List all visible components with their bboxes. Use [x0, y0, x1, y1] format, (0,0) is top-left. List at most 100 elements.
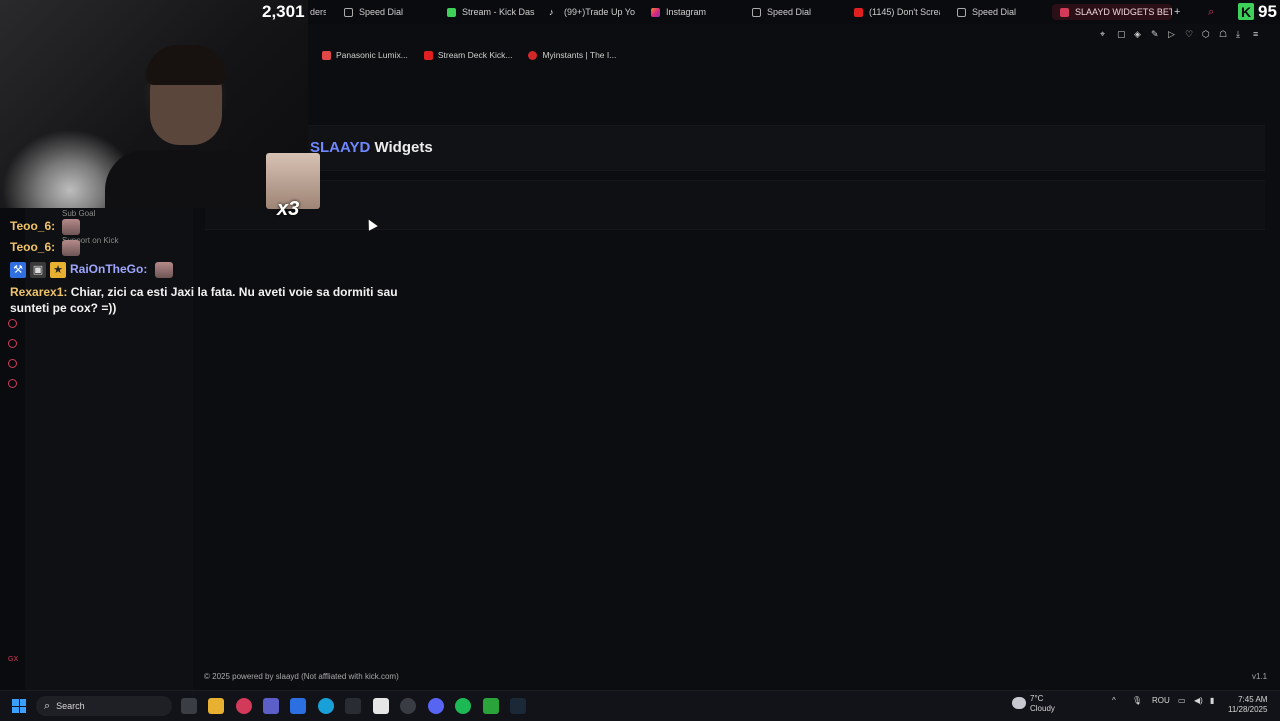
- steam-icon[interactable]: [510, 698, 526, 714]
- file-explorer-icon[interactable]: [208, 698, 224, 714]
- bookmark-panasonic[interactable]: Panasonic Lumix...: [322, 50, 408, 60]
- emote-icon: [154, 262, 173, 278]
- bookmark-favicon-icon: [322, 50, 331, 60]
- tab-label: Speed Dial: [767, 7, 812, 17]
- teams-icon[interactable]: [263, 698, 279, 714]
- tray-chevron-icon[interactable]: ^: [1112, 696, 1116, 705]
- add-icon[interactable]: [8, 319, 17, 328]
- volume-icon[interactable]: ◀): [1194, 696, 1203, 705]
- browser-tab-slaayd-widgets[interactable]: SLAAYD WIDGETS BETA: [1052, 4, 1172, 20]
- tab-label: Stream - Kick Dash: [462, 7, 535, 17]
- moderator-badge-icon: ⚒: [10, 262, 26, 278]
- browser-tab-instagram[interactable]: Instagram: [651, 4, 741, 20]
- taskbar-search[interactable]: ⌕ Search: [36, 696, 172, 716]
- camera-badge-icon: ▣: [30, 262, 46, 278]
- discord-icon[interactable]: [428, 698, 444, 714]
- chat-message-continued: sunteti pe cox? =)): [10, 301, 116, 315]
- chat-username: Teoo_6:: [10, 219, 56, 234]
- tab-label: Speed Dial: [972, 7, 1017, 17]
- webcam-feed: [0, 0, 308, 208]
- profile-icon[interactable]: ☖: [1219, 30, 1228, 39]
- gx-label: GX: [8, 656, 19, 663]
- windows-taskbar: ⌕ Search 7°C Cloudy ^ 🎙︎ ROU ▭ ◀) ▮ 7:45…: [0, 690, 1280, 721]
- clock-app-icon[interactable]: [400, 698, 416, 714]
- tab-label: Instagram: [666, 7, 707, 17]
- kick-logo: K: [1238, 3, 1254, 20]
- opera-gx-icon[interactable]: [236, 698, 252, 714]
- chat-message: Rexarex1: Chiar, zici ca esti Jaxi la fa…: [10, 285, 398, 299]
- youtube-icon: [423, 50, 433, 60]
- outlook-icon[interactable]: [290, 698, 306, 714]
- windows-start-icon[interactable]: [12, 699, 26, 713]
- chat-message: ⚒ ▣ ★ RaiOnTheGo:: [10, 262, 173, 278]
- microphone-icon[interactable]: 🎙︎: [1132, 696, 1142, 705]
- system-clock[interactable]: 7:45 AM 11/28/2025: [1228, 695, 1267, 715]
- speed-dial-icon: [957, 7, 966, 17]
- subscriber-badge-icon: ★: [50, 262, 66, 278]
- weather-temp: 7°C: [1030, 694, 1044, 703]
- myinstants-icon: [528, 50, 538, 60]
- kick-icon: [447, 7, 456, 17]
- chat-username: RaiOnTheGo:: [70, 262, 148, 277]
- clock-date: 11/28/2025: [1228, 705, 1268, 714]
- speed-dial-icon: [752, 7, 761, 17]
- weather-widget[interactable]: 7°C Cloudy: [1030, 694, 1055, 714]
- browser-tab-tiktok[interactable]: ♪ (99+)Trade Up Your: [549, 4, 635, 20]
- browser-tab-1[interactable]: ders: [310, 4, 326, 20]
- person-shirt: [105, 150, 265, 208]
- kick-count: 95: [1258, 2, 1277, 21]
- edge-icon[interactable]: [318, 698, 334, 714]
- task-view-icon[interactable]: [181, 698, 197, 714]
- chat-column: [25, 208, 193, 690]
- extensions-icon[interactable]: ⬡: [1202, 30, 1211, 39]
- search-icon: ⌕: [44, 699, 51, 712]
- history-icon[interactable]: [8, 339, 17, 348]
- instagram-icon: [651, 7, 660, 17]
- settings-icon[interactable]: [8, 379, 17, 388]
- play-icon[interactable]: ▷: [1168, 30, 1177, 39]
- browser-tab-youtube[interactable]: (1145) Don't Scream: [854, 4, 940, 20]
- footer-credit: © 2025 powered by slaayd (Not affliated …: [204, 672, 399, 681]
- youtube-icon: [854, 7, 863, 17]
- chat-text: sunteti pe cox? =)): [10, 301, 117, 315]
- spotify-icon[interactable]: [455, 698, 471, 714]
- new-tab-button[interactable]: +: [1174, 4, 1184, 20]
- bookmark-label: Panasonic Lumix...: [336, 50, 408, 60]
- browser-tab-kick-dashboard[interactable]: Stream - Kick Dash: [447, 4, 535, 20]
- speed-dial-icon: [344, 7, 353, 17]
- browser-tab-speed-dial-2[interactable]: Speed Dial: [752, 4, 842, 20]
- download-icon[interactable]: ⤓: [1236, 30, 1245, 39]
- bookmark-myinstants[interactable]: Myinstants | The I...: [528, 50, 616, 60]
- search-tabs-button[interactable]: ⌕: [1208, 4, 1220, 20]
- page-title: SLAAYD Widgets: [310, 139, 433, 156]
- menu-icon[interactable]: ≡: [1253, 30, 1262, 39]
- obs-icon[interactable]: [345, 698, 361, 714]
- person-hair: [146, 45, 226, 85]
- chat-username: Rexarex1:: [10, 285, 68, 299]
- pin-icon[interactable]: ⌖: [1100, 30, 1109, 39]
- bookmarks-bar: Panasonic Lumix... Stream Deck Kick... M…: [322, 50, 616, 60]
- tab-label: (1145) Don't Scream: [869, 7, 940, 17]
- viewer-count: 2,301: [262, 2, 305, 21]
- emote-icon: [62, 219, 81, 235]
- xbox-icon[interactable]: [483, 698, 499, 714]
- tab-label: (99+)Trade Up Your: [564, 7, 635, 17]
- chat-icon[interactable]: [8, 359, 17, 368]
- shield-icon[interactable]: ◈: [1134, 30, 1143, 39]
- screenshot-icon[interactable]: ▢: [1117, 30, 1126, 39]
- browser-tab-speed-dial-1[interactable]: Speed Dial: [344, 4, 434, 20]
- brand-suffix: Widgets: [374, 139, 433, 156]
- translate-icon[interactable]: ✎: [1151, 30, 1160, 39]
- language-indicator[interactable]: ROU: [1152, 696, 1170, 705]
- chat-message: Teoo_6:: [10, 240, 81, 256]
- browser-tab-speed-dial-3[interactable]: Speed Dial: [957, 4, 1045, 20]
- bookmark-stream-deck[interactable]: Stream Deck Kick...: [423, 50, 513, 60]
- battery-icon[interactable]: ▮: [1210, 696, 1214, 705]
- network-icon[interactable]: ▭: [1178, 696, 1186, 705]
- heart-icon[interactable]: ♡: [1185, 30, 1194, 39]
- cloud-icon: [1012, 697, 1026, 709]
- store-icon[interactable]: [373, 698, 389, 714]
- bookmark-label: Stream Deck Kick...: [437, 50, 513, 60]
- slaayd-icon: [1060, 7, 1069, 17]
- sub-goal-tooltip: Sub Goal: [62, 209, 96, 218]
